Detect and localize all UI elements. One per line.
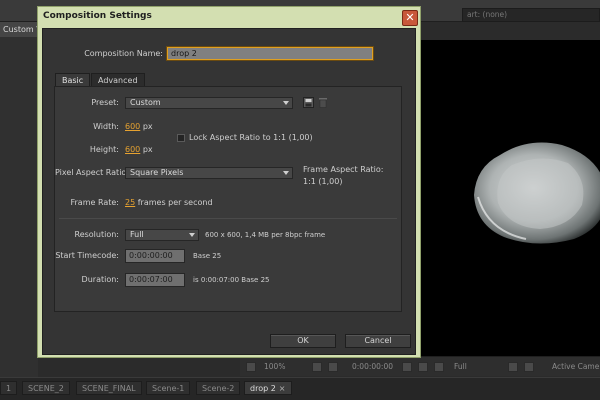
width-label: Width: bbox=[93, 122, 119, 131]
pixel-aspect-label: Pixel Aspect Ratio: bbox=[55, 168, 129, 177]
start-timecode-input[interactable]: 0:00:00:00 bbox=[125, 249, 185, 263]
active-camera-select[interactable]: Active Came bbox=[552, 361, 599, 373]
width-field[interactable]: 600 px bbox=[125, 121, 153, 133]
lock-aspect-checkbox[interactable] bbox=[177, 134, 185, 142]
composition-name-input[interactable]: drop 2 bbox=[167, 47, 373, 60]
snapshot-icon[interactable] bbox=[402, 362, 412, 372]
frame-rate-value[interactable]: 25 bbox=[125, 198, 135, 207]
project-panel bbox=[0, 37, 38, 377]
start-timecode-label: Start Timecode: bbox=[55, 251, 119, 260]
transparency-icon[interactable] bbox=[524, 362, 534, 372]
color-icon[interactable] bbox=[434, 362, 444, 372]
pixel-aspect-value: Square Pixels bbox=[130, 168, 184, 177]
section-divider bbox=[59, 218, 397, 219]
start-base: Base 25 bbox=[193, 252, 222, 260]
timeline-tab-bar: 1 SCENE_2 SCENE_FINAL Scene-1 Scene-2 dr… bbox=[0, 377, 600, 400]
width-unit: px bbox=[142, 122, 153, 131]
timeline-tab[interactable]: Scene-1 bbox=[146, 381, 191, 395]
save-preset-icon[interactable] bbox=[303, 97, 314, 108]
trash-icon[interactable] bbox=[318, 97, 328, 108]
current-timecode[interactable]: 0:00:00:00 bbox=[352, 361, 393, 373]
height-unit: px bbox=[142, 145, 153, 154]
basic-settings-panel: Preset: Custom Width: 600 px Lock Aspect… bbox=[54, 86, 402, 312]
resolution-value: Full bbox=[130, 230, 144, 239]
composition-settings-dialog: Composition Settings ✕ Composition Name:… bbox=[37, 6, 421, 358]
cancel-button[interactable]: Cancel bbox=[345, 334, 411, 348]
height-label: Height: bbox=[89, 145, 119, 154]
toggle-view-icon[interactable] bbox=[246, 362, 256, 372]
height-field[interactable]: 600 px bbox=[125, 144, 153, 156]
chevron-down-icon bbox=[189, 233, 195, 237]
dialog-title: Composition Settings bbox=[43, 11, 152, 21]
composition-viewer[interactable] bbox=[420, 40, 600, 356]
ok-button[interactable]: OK bbox=[270, 334, 336, 348]
close-button[interactable]: ✕ bbox=[402, 10, 418, 26]
duration-label: Duration: bbox=[81, 275, 119, 284]
dialog-titlebar[interactable]: Composition Settings ✕ bbox=[38, 7, 420, 28]
timeline-tab[interactable]: SCENE_2 bbox=[22, 381, 70, 395]
pixel-aspect-dropdown[interactable]: Square Pixels bbox=[125, 167, 293, 179]
region-icon[interactable] bbox=[508, 362, 518, 372]
channel-icon[interactable] bbox=[418, 362, 428, 372]
tab-advanced[interactable]: Advanced bbox=[91, 73, 145, 86]
close-icon[interactable]: × bbox=[279, 384, 286, 393]
viewer-toolbar: 100% 0:00:00:00 Full Active Came bbox=[240, 356, 600, 376]
water-drop-preview bbox=[474, 142, 600, 244]
grid-icon[interactable] bbox=[312, 362, 322, 372]
camera-field[interactable]: art: (none) bbox=[462, 8, 600, 22]
lock-aspect-label: Lock Aspect Ratio to 1:1 (1,00) bbox=[189, 133, 313, 142]
timeline-tab[interactable]: Scene-2 bbox=[196, 381, 241, 395]
zoom-level[interactable]: 100% bbox=[264, 361, 285, 373]
frame-aspect-value: 1:1 (1,00) bbox=[303, 177, 343, 186]
timeline-tab-label: drop 2 bbox=[250, 384, 276, 393]
resolution-dropdown[interactable]: Full bbox=[125, 229, 199, 241]
preset-label: Preset: bbox=[91, 98, 119, 107]
resolution-select[interactable]: Full bbox=[454, 361, 467, 373]
preset-dropdown[interactable]: Custom bbox=[125, 97, 293, 109]
chevron-down-icon bbox=[283, 171, 289, 175]
frame-rate-label: Frame Rate: bbox=[70, 198, 119, 207]
dialog-body: Composition Name: drop 2 Basic Advanced … bbox=[42, 28, 416, 355]
workspace-tab-custom[interactable]: Custom V bbox=[0, 22, 38, 37]
timeline-tab[interactable]: 1 bbox=[0, 381, 18, 395]
timeline-tab-active[interactable]: drop 2 × bbox=[244, 381, 292, 395]
resolution-label: Resolution: bbox=[74, 230, 120, 239]
duration-input[interactable]: 0:00:07:00 bbox=[125, 273, 185, 287]
width-value[interactable]: 600 bbox=[125, 122, 140, 131]
timeline-tab[interactable]: SCENE_FINAL bbox=[76, 381, 142, 395]
chevron-down-icon bbox=[283, 101, 289, 105]
duration-info: is 0:00:07:00 Base 25 bbox=[193, 276, 270, 284]
frame-rate-unit: frames per second bbox=[137, 198, 213, 207]
height-value[interactable]: 600 bbox=[125, 145, 140, 154]
frame-aspect-label: Frame Aspect Ratio: bbox=[303, 165, 384, 174]
mask-icon[interactable] bbox=[328, 362, 338, 372]
preset-value: Custom bbox=[130, 98, 161, 107]
tab-basic[interactable]: Basic bbox=[55, 73, 91, 86]
resolution-info: 600 x 600, 1,4 MB per 8bpc frame bbox=[205, 231, 326, 239]
frame-rate-field[interactable]: 25 frames per second bbox=[125, 197, 213, 209]
composition-name-label: Composition Name: bbox=[84, 49, 163, 58]
close-icon: ✕ bbox=[405, 11, 415, 24]
